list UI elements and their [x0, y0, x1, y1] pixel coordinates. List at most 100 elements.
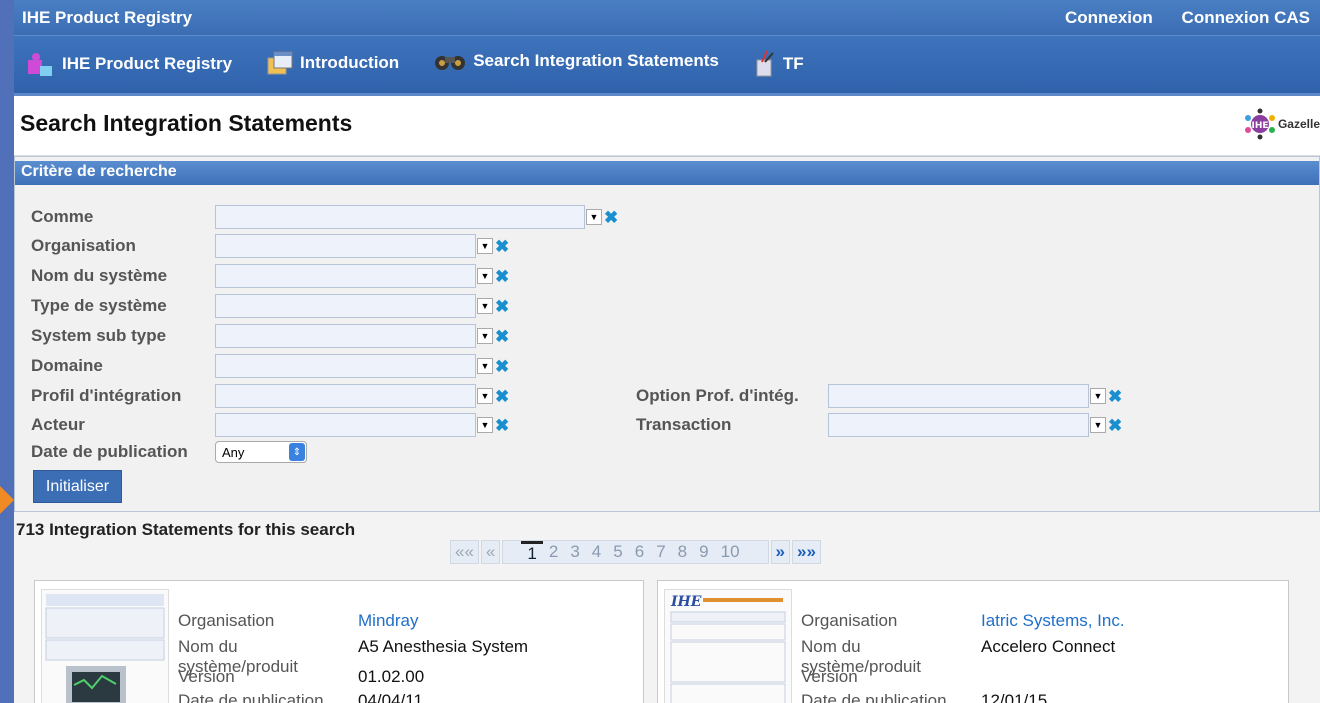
type-systeme-input[interactable]	[215, 294, 476, 318]
gazelle-logo-icon: IHE	[1244, 108, 1275, 139]
clear-icon[interactable]: ✖	[495, 328, 509, 345]
label-type-systeme: Type de système	[31, 296, 167, 315]
profil-input[interactable]	[215, 384, 476, 408]
row-comme: Comme ▼ ✖	[31, 205, 618, 229]
chevron-down-icon[interactable]: ▼	[1090, 417, 1106, 433]
chevron-down-icon[interactable]: ▼	[477, 328, 493, 344]
page-1[interactable]: 1	[521, 540, 543, 564]
panel-header: Critère de recherche	[15, 161, 1319, 185]
clear-icon[interactable]: ✖	[495, 417, 509, 434]
clear-icon[interactable]: ✖	[1108, 417, 1122, 434]
system-name: Accelero Connect	[981, 637, 1116, 656]
label-sub-type: System sub type	[31, 326, 167, 345]
page-prev[interactable]: «	[480, 540, 501, 564]
result-card[interactable]: IHE Organisation Iatric Systems, Inc. No…	[657, 580, 1289, 703]
nav-label: TF	[782, 54, 804, 73]
clear-icon[interactable]: ✖	[495, 388, 509, 405]
chevron-down-icon[interactable]: ▼	[1090, 388, 1106, 404]
top-bar: IHE Product Registry Connexion Connexion…	[14, 0, 1320, 36]
svg-text:IHE: IHE	[670, 594, 702, 610]
page-last[interactable]: »»	[792, 540, 821, 564]
org-link[interactable]: Iatric Systems, Inc.	[981, 611, 1125, 631]
label-transaction: Transaction	[636, 415, 732, 434]
page-first[interactable]: ««	[450, 540, 479, 564]
row-option: Option Prof. d'intég. ▼ ✖	[636, 384, 1122, 408]
clear-icon[interactable]: ✖	[495, 238, 509, 255]
nom-systeme-input[interactable]	[215, 264, 476, 288]
date-select[interactable]: Any ⇕	[215, 441, 307, 463]
label-nom-systeme: Nom du système	[31, 266, 168, 285]
transaction-input[interactable]	[828, 413, 1089, 437]
option-input[interactable]	[828, 384, 1089, 408]
document-preview-icon	[45, 594, 165, 703]
page-10[interactable]: 10	[715, 542, 746, 562]
page-4[interactable]: 4	[586, 542, 607, 562]
chevron-down-icon[interactable]: ▼	[477, 417, 493, 433]
result-count: 713 Integration Statements for this sear…	[16, 520, 356, 539]
label-domaine: Domaine	[31, 356, 103, 375]
domaine-input[interactable]	[215, 354, 476, 378]
statement-thumbnail[interactable]	[41, 589, 169, 703]
row-date: Date de publication Any ⇕	[31, 441, 307, 463]
clear-icon[interactable]: ✖	[604, 209, 618, 226]
chevron-down-icon[interactable]: ▼	[586, 209, 602, 225]
row-sub-type: System sub type ▼ ✖	[31, 324, 509, 348]
result-card[interactable]: Organisation Mindray Nom du système/prod…	[34, 580, 644, 703]
date-value: 12/01/15	[981, 691, 1048, 703]
comme-input[interactable]	[215, 205, 585, 229]
org-label: Organisation	[178, 611, 275, 630]
label-organisation: Organisation	[31, 236, 136, 255]
login-cas-link[interactable]: Connexion CAS	[1182, 8, 1310, 27]
label-comme: Comme	[31, 207, 94, 226]
row-domaine: Domaine ▼ ✖	[31, 354, 509, 378]
chevron-down-icon[interactable]: ▼	[477, 358, 493, 374]
gazelle-logo: IHE Gazelle	[1242, 108, 1320, 140]
date-label: Date de publication	[801, 691, 947, 703]
reset-button[interactable]: Initialiser	[33, 470, 122, 503]
page-6[interactable]: 6	[629, 542, 650, 562]
row-nom-systeme: Nom du système ▼ ✖	[31, 264, 509, 288]
binoculars-icon	[435, 56, 466, 70]
clear-icon[interactable]: ✖	[495, 268, 509, 285]
page-3[interactable]: 3	[564, 542, 585, 562]
app-title: IHE Product Registry	[22, 7, 193, 27]
login-link[interactable]: Connexion	[1065, 8, 1153, 27]
page-title: Search Integration Statements	[20, 110, 353, 136]
page-8[interactable]: 8	[672, 542, 693, 562]
clear-icon[interactable]: ✖	[495, 298, 509, 315]
page-2[interactable]: 2	[543, 542, 564, 562]
page-5[interactable]: 5	[607, 542, 628, 562]
gazelle-logo-text: IHE	[1251, 121, 1268, 131]
nav-label: Search Integration Statements	[473, 51, 719, 70]
chevron-down-icon[interactable]: ▼	[477, 238, 493, 254]
version-label: Version	[178, 667, 235, 686]
label-date: Date de publication	[31, 442, 188, 461]
nav-item-registry[interactable]: IHE Product Registry	[24, 50, 232, 78]
version-value: 01.02.00	[358, 667, 425, 686]
label-profil: Profil d'intégration	[31, 386, 182, 405]
chevron-down-icon[interactable]: ▼	[477, 298, 493, 314]
clear-icon[interactable]: ✖	[495, 358, 509, 375]
pagination: «« « 1 2 3 4 5 6 7 8 9 10 » »»	[450, 540, 821, 564]
page-9[interactable]: 9	[693, 542, 714, 562]
nav-item-search[interactable]: Search Integration Statements	[433, 50, 719, 72]
document-preview-icon: IHE	[670, 594, 786, 703]
window-icon	[267, 51, 293, 75]
puzzle-icon	[28, 53, 52, 76]
acteur-input[interactable]	[215, 413, 476, 437]
clear-icon[interactable]: ✖	[1108, 388, 1122, 405]
chevron-down-icon[interactable]: ▼	[477, 388, 493, 404]
select-arrows-icon: ⇕	[289, 443, 305, 461]
page-next[interactable]: »	[770, 540, 790, 564]
orange-side-arrow	[0, 486, 14, 514]
version-label: Version	[801, 667, 858, 686]
statement-thumbnail[interactable]: IHE	[664, 589, 792, 703]
organisation-input[interactable]	[215, 234, 476, 258]
date-select-value: Any	[222, 444, 245, 460]
org-link[interactable]: Mindray	[358, 611, 418, 631]
nav-item-introduction[interactable]: Introduction	[266, 50, 399, 76]
nav-item-tf[interactable]: TF	[753, 50, 804, 78]
page-7[interactable]: 7	[650, 542, 671, 562]
sub-type-input[interactable]	[215, 324, 476, 348]
chevron-down-icon[interactable]: ▼	[477, 268, 493, 284]
